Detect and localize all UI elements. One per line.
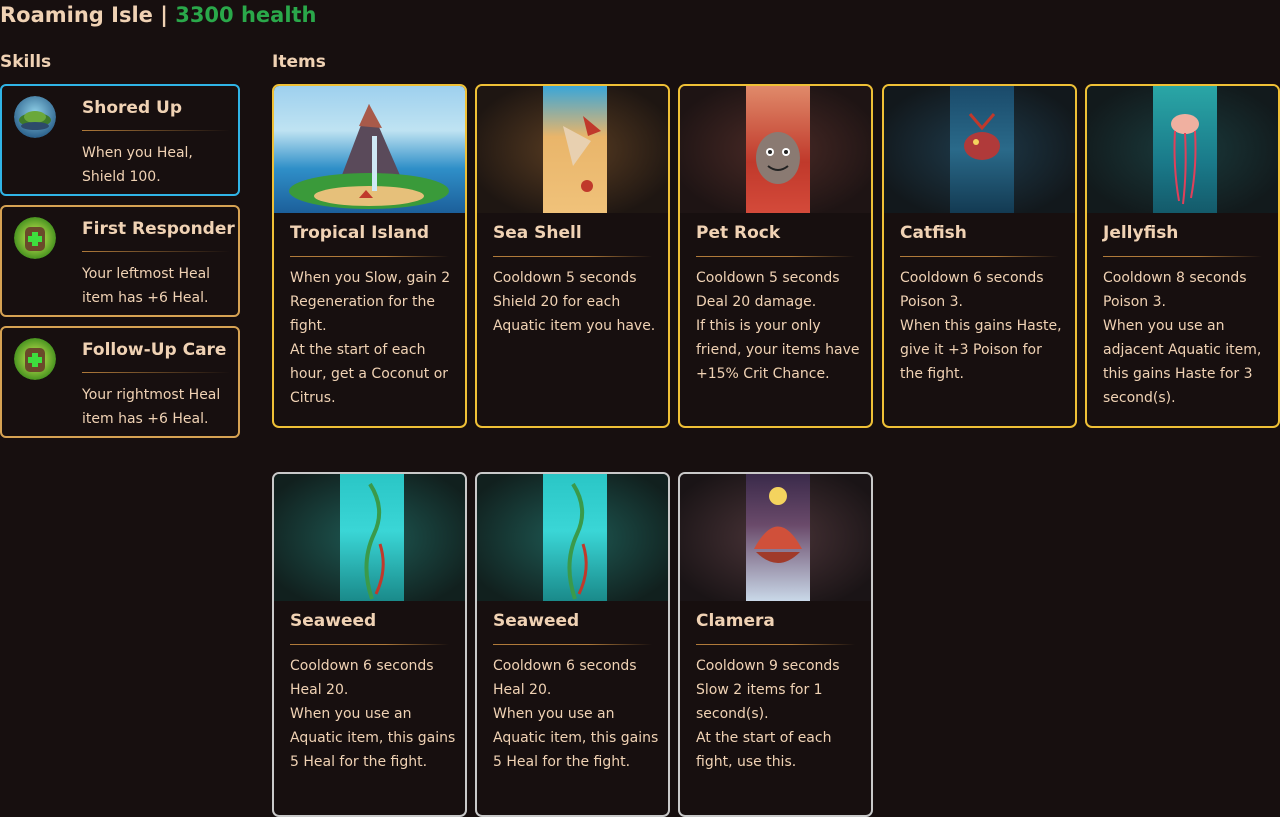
skill-name: Follow-Up Care — [82, 340, 227, 360]
divider — [900, 256, 1059, 257]
description-line: Heal 20. — [290, 682, 349, 698]
divider — [1103, 256, 1262, 257]
item-name: Jellyfish — [1103, 223, 1179, 243]
skill-description: Your rightmost Heal item has +6 Heal. — [82, 387, 221, 427]
title-separator: | — [160, 3, 168, 27]
divider — [493, 644, 652, 645]
description-line: Cooldown 8 seconds — [1103, 270, 1247, 286]
description-line: If this is your only friend, your items … — [696, 318, 860, 382]
divider — [82, 251, 230, 252]
item-name: Clamera — [696, 611, 775, 631]
skill-description: Your leftmost Heal item has +6 Heal. — [82, 266, 211, 306]
monster-name: Roaming Isle — [0, 3, 153, 27]
skill-card-follow-up-care[interactable]: Follow-Up Care Your rightmost Heal item … — [0, 326, 240, 438]
skill-name: First Responder — [82, 219, 235, 239]
description-line: At the start of each fight, use this. — [696, 730, 832, 770]
description-line: Cooldown 9 seconds — [696, 658, 840, 674]
divider — [290, 644, 449, 645]
item-description: Cooldown 6 seconds Heal 20. When you use… — [290, 654, 459, 774]
description-line: Poison 3. — [1103, 294, 1166, 310]
skills-heading: Skills — [0, 52, 52, 72]
item-art — [274, 474, 465, 601]
item-art — [1087, 86, 1278, 213]
item-art — [477, 474, 668, 601]
item-card-seaweed-2[interactable]: Seaweed Cooldown 6 seconds Heal 20. When… — [475, 472, 670, 817]
skill-card-first-responder[interactable]: First Responder Your leftmost Heal item … — [0, 205, 240, 317]
item-card-sea-shell[interactable]: Sea Shell Cooldown 5 seconds Shield 20 f… — [475, 84, 670, 428]
item-description: Cooldown 6 seconds Heal 20. When you use… — [493, 654, 662, 774]
description-line: When this gains Haste, give it +3 Poison… — [900, 318, 1062, 382]
skill-name: Shored Up — [82, 98, 182, 118]
item-art — [884, 86, 1075, 213]
description-line: Cooldown 6 seconds — [290, 658, 434, 674]
item-name: Catfish — [900, 223, 967, 243]
description-line: Poison 3. — [900, 294, 963, 310]
medkit-backpack-icon — [14, 217, 56, 259]
divider — [290, 256, 449, 257]
description-line: When you Slow, gain 2 Regeneration for t… — [290, 270, 451, 334]
item-name: Seaweed — [493, 611, 580, 631]
item-name: Pet Rock — [696, 223, 781, 243]
item-card-tropical-island[interactable]: Tropical Island When you Slow, gain 2 Re… — [272, 84, 467, 428]
item-name: Sea Shell — [493, 223, 582, 243]
item-card-catfish[interactable]: Catfish Cooldown 6 seconds Poison 3. Whe… — [882, 84, 1077, 428]
item-description: Cooldown 9 seconds Slow 2 items for 1 se… — [696, 654, 865, 774]
item-card-clamera[interactable]: Clamera Cooldown 9 seconds Slow 2 items … — [678, 472, 873, 817]
item-description: Cooldown 5 seconds Shield 20 for each Aq… — [493, 266, 662, 338]
description-line: Slow 2 items for 1 second(s). — [696, 682, 823, 722]
item-card-jellyfish[interactable]: Jellyfish Cooldown 8 seconds Poison 3. W… — [1085, 84, 1280, 428]
item-card-pet-rock[interactable]: Pet Rock Cooldown 5 seconds Deal 20 dama… — [678, 84, 873, 428]
description-line: Cooldown 6 seconds — [900, 270, 1044, 286]
description-line: When you use an adjacent Aquatic item, t… — [1103, 318, 1262, 406]
item-art — [680, 86, 871, 213]
skill-description: When you Heal, Shield 100. — [82, 145, 193, 185]
divider — [696, 644, 855, 645]
description-line: Cooldown 5 seconds — [493, 270, 637, 286]
item-art — [680, 474, 871, 601]
description-line: When you use an Aquatic item, this gains… — [290, 706, 456, 770]
item-description: Cooldown 5 seconds Deal 20 damage. If th… — [696, 266, 865, 386]
description-line: Heal 20. — [493, 682, 552, 698]
item-description: Cooldown 8 seconds Poison 3. When you us… — [1103, 266, 1272, 410]
item-name: Tropical Island — [290, 223, 430, 243]
description-line: Cooldown 5 seconds — [696, 270, 840, 286]
item-name: Seaweed — [290, 611, 377, 631]
items-heading: Items — [272, 52, 326, 72]
island-icon — [14, 96, 56, 138]
description-line: Cooldown 6 seconds — [493, 658, 637, 674]
description-line: When you use an Aquatic item, this gains… — [493, 706, 659, 770]
divider — [696, 256, 855, 257]
item-card-seaweed-1[interactable]: Seaweed Cooldown 6 seconds Heal 20. When… — [272, 472, 467, 817]
skill-card-shored-up[interactable]: Shored Up When you Heal, Shield 100. — [0, 84, 240, 196]
item-art — [477, 86, 668, 213]
page-title: Roaming Isle | 3300 health — [0, 3, 317, 27]
item-art — [274, 86, 465, 213]
description-line: Deal 20 damage. — [696, 294, 817, 310]
medkit-backpack-icon — [14, 338, 56, 380]
divider — [82, 130, 230, 131]
description-line: Shield 20 for each Aquatic item you have… — [493, 294, 656, 334]
description-line: At the start of each hour, get a Coconut… — [290, 342, 449, 406]
divider — [82, 372, 230, 373]
item-description: When you Slow, gain 2 Regeneration for t… — [290, 266, 459, 410]
health-value: 3300 health — [175, 3, 317, 27]
divider — [493, 256, 652, 257]
item-description: Cooldown 6 seconds Poison 3. When this g… — [900, 266, 1069, 386]
